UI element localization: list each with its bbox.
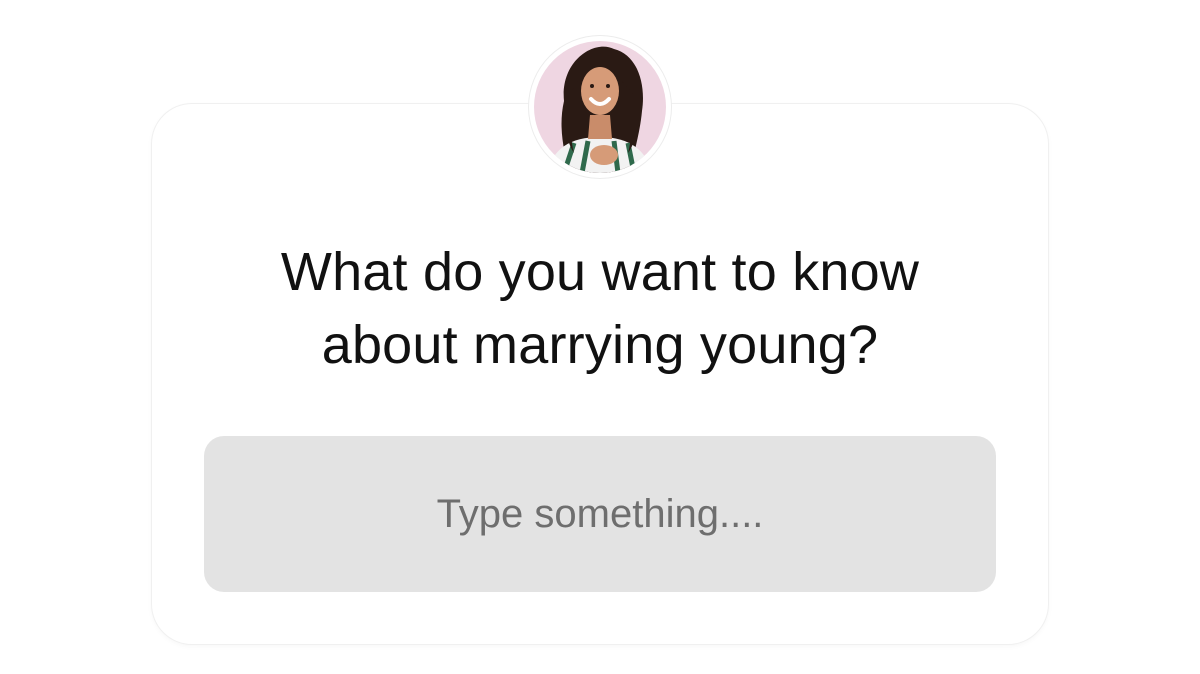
question-line-2: about marrying young? bbox=[321, 315, 879, 375]
question-line-1: What do you want to know bbox=[280, 242, 920, 302]
avatar bbox=[529, 36, 671, 178]
answer-field[interactable] bbox=[204, 435, 996, 593]
story-sticker-canvas: What do you want to know about marrying … bbox=[0, 0, 1200, 674]
answer-input[interactable] bbox=[204, 435, 996, 593]
question-text: What do you want to know about marrying … bbox=[152, 236, 1048, 382]
profile-photo-icon bbox=[534, 41, 666, 173]
